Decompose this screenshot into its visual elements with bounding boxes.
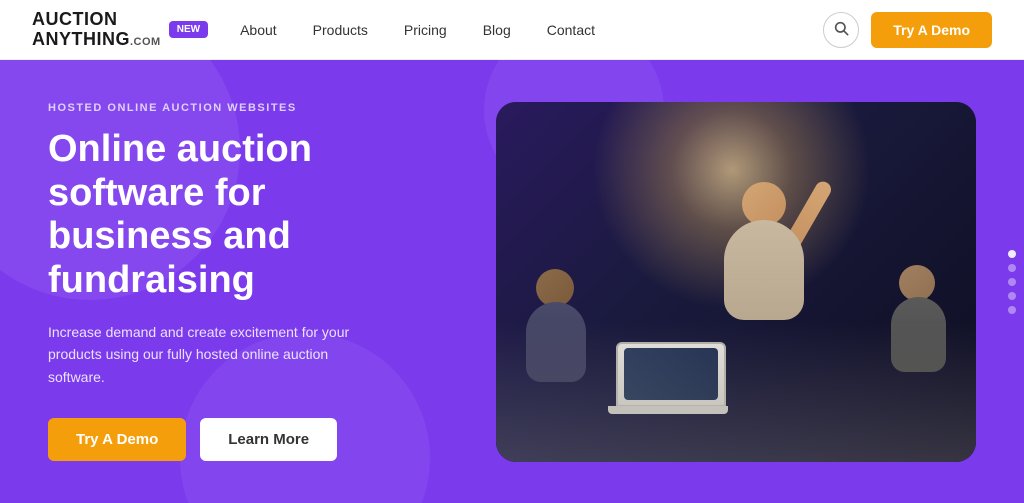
hero-section: HOSTED ONLINE AUCTION WEBSITES Online au… — [0, 60, 1024, 503]
hero-buttons: Try A Demo Learn More — [48, 418, 372, 461]
hero-subtext: Increase demand and create excitement fo… — [48, 321, 372, 388]
person-left — [536, 269, 586, 382]
hero-learn-more-button[interactable]: Learn More — [200, 418, 337, 461]
nav-item-blog[interactable]: Blog — [467, 14, 527, 46]
laptop — [616, 342, 726, 407]
nav-item-pricing[interactable]: Pricing — [388, 14, 463, 46]
logo-badge: NEW — [169, 21, 208, 38]
logo-line2: ANYTHING.COM — [32, 30, 161, 50]
laptop-screen — [624, 348, 718, 400]
hero-content: HOSTED ONLINE AUCTION WEBSITES Online au… — [0, 102, 420, 461]
search-button[interactable] — [823, 12, 859, 48]
side-dot-1[interactable] — [1008, 250, 1016, 258]
laptop-base — [608, 406, 728, 414]
side-dot-4[interactable] — [1008, 292, 1016, 300]
logo-line1: AUCTION — [32, 10, 161, 30]
header-try-demo-button[interactable]: Try A Demo — [871, 12, 992, 48]
header-actions: Try A Demo — [823, 12, 992, 48]
person-center — [694, 182, 834, 402]
person-left-body — [526, 302, 586, 382]
logo: AUCTION ANYTHING.COM NEW — [32, 10, 208, 50]
side-dot-2[interactable] — [1008, 264, 1016, 272]
hero-try-demo-button[interactable]: Try A Demo — [48, 418, 186, 461]
hero-photo — [496, 102, 976, 462]
hero-headline: Online auction software for business and… — [48, 128, 372, 303]
side-dots-nav — [1008, 250, 1016, 314]
side-dot-5[interactable] — [1008, 306, 1016, 314]
side-dot-3[interactable] — [1008, 278, 1016, 286]
person-right-head — [899, 265, 935, 301]
person-right — [899, 265, 946, 372]
hero-image-panel — [496, 102, 976, 462]
main-nav: About Products Pricing Blog Contact — [224, 14, 823, 46]
header: AUCTION ANYTHING.COM NEW About Products … — [0, 0, 1024, 60]
nav-item-products[interactable]: Products — [297, 14, 384, 46]
person-center-body — [724, 220, 804, 320]
person-right-body — [891, 297, 946, 372]
logo-text: AUCTION ANYTHING.COM — [32, 10, 161, 50]
hero-eyebrow: HOSTED ONLINE AUCTION WEBSITES — [48, 102, 372, 114]
nav-item-about[interactable]: About — [224, 14, 293, 46]
search-icon — [833, 20, 849, 40]
nav-item-contact[interactable]: Contact — [531, 14, 611, 46]
